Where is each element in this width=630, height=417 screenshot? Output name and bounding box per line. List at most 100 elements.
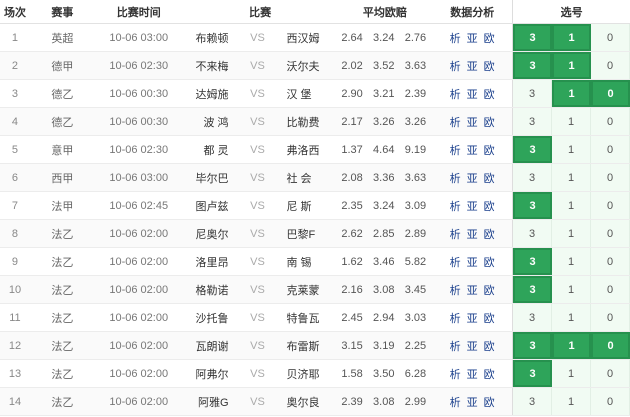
analysis-link[interactable]: 析 (450, 170, 461, 186)
pick-draw-button[interactable]: 1 (552, 388, 592, 415)
euro-odds-link[interactable]: 欧 (484, 30, 495, 46)
asian-odds-link[interactable]: 亚 (467, 198, 478, 214)
euro-odds-link[interactable]: 欧 (484, 226, 495, 242)
euro-odds-link[interactable]: 欧 (484, 254, 495, 270)
euro-odds-link[interactable]: 欧 (484, 282, 495, 298)
analysis-link[interactable]: 析 (450, 114, 461, 130)
analysis-link[interactable]: 析 (450, 310, 461, 326)
home-team[interactable]: 尼奥尔 (183, 220, 233, 247)
analysis-link[interactable]: 析 (450, 86, 461, 102)
pick-win-button[interactable]: 3 (513, 52, 553, 79)
euro-odds-link[interactable]: 欧 (484, 114, 495, 130)
home-team[interactable]: 布赖顿 (183, 24, 233, 51)
pick-draw-button[interactable]: 1 (552, 248, 592, 275)
analysis-link[interactable]: 析 (450, 254, 461, 270)
analysis-link[interactable]: 析 (450, 282, 461, 298)
pick-draw-button[interactable]: 1 (552, 220, 592, 247)
asian-odds-link[interactable]: 亚 (467, 86, 478, 102)
pick-win-button[interactable]: 3 (513, 360, 553, 387)
pick-draw-button[interactable]: 1 (552, 24, 592, 51)
pick-lose-button[interactable]: 0 (591, 220, 630, 247)
asian-odds-link[interactable]: 亚 (467, 58, 478, 74)
home-team[interactable]: 不来梅 (183, 52, 233, 79)
analysis-link[interactable]: 析 (450, 30, 461, 46)
pick-lose-button[interactable]: 0 (591, 52, 630, 79)
pick-draw-button[interactable]: 1 (552, 192, 592, 219)
pick-draw-button[interactable]: 1 (552, 52, 592, 79)
pick-lose-button[interactable]: 0 (591, 304, 630, 331)
away-team[interactable]: 巴黎F (282, 220, 337, 247)
pick-draw-button[interactable]: 1 (552, 108, 592, 135)
euro-odds-link[interactable]: 欧 (484, 142, 495, 158)
analysis-link[interactable]: 析 (450, 338, 461, 354)
pick-win-button[interactable]: 3 (513, 164, 553, 191)
home-team[interactable]: 瓦朗谢 (183, 332, 233, 359)
pick-win-button[interactable]: 3 (513, 80, 553, 107)
asian-odds-link[interactable]: 亚 (467, 226, 478, 242)
asian-odds-link[interactable]: 亚 (467, 142, 478, 158)
pick-win-button[interactable]: 3 (513, 304, 553, 331)
home-team[interactable]: 图卢兹 (183, 192, 233, 219)
pick-draw-button[interactable]: 1 (552, 276, 592, 303)
pick-draw-button[interactable]: 1 (552, 332, 592, 359)
pick-lose-button[interactable]: 0 (591, 164, 630, 191)
asian-odds-link[interactable]: 亚 (467, 170, 478, 186)
pick-lose-button[interactable]: 0 (591, 248, 630, 275)
pick-lose-button[interactable]: 0 (591, 332, 630, 359)
pick-win-button[interactable]: 3 (513, 248, 553, 275)
analysis-link[interactable]: 析 (450, 198, 461, 214)
euro-odds-link[interactable]: 欧 (484, 366, 495, 382)
away-team[interactable]: 特鲁瓦 (282, 304, 337, 331)
pick-lose-button[interactable]: 0 (591, 192, 630, 219)
pick-lose-button[interactable]: 0 (591, 24, 630, 51)
pick-lose-button[interactable]: 0 (591, 388, 630, 415)
pick-win-button[interactable]: 3 (513, 136, 553, 163)
analysis-link[interactable]: 析 (450, 394, 461, 410)
home-team[interactable]: 格勒诺 (183, 276, 233, 303)
pick-win-button[interactable]: 3 (513, 192, 553, 219)
pick-draw-button[interactable]: 1 (552, 360, 592, 387)
analysis-link[interactable]: 析 (450, 142, 461, 158)
away-team[interactable]: 贝济耶 (282, 360, 337, 387)
asian-odds-link[interactable]: 亚 (467, 394, 478, 410)
euro-odds-link[interactable]: 欧 (484, 310, 495, 326)
away-team[interactable]: 奥尔良 (282, 388, 337, 415)
home-team[interactable]: 波 鸿 (183, 108, 233, 135)
pick-draw-button[interactable]: 1 (552, 80, 592, 107)
pick-draw-button[interactable]: 1 (552, 164, 592, 191)
pick-draw-button[interactable]: 1 (552, 304, 592, 331)
euro-odds-link[interactable]: 欧 (484, 198, 495, 214)
euro-odds-link[interactable]: 欧 (484, 86, 495, 102)
pick-lose-button[interactable]: 0 (591, 108, 630, 135)
away-team[interactable]: 比勒费 (282, 108, 337, 135)
pick-win-button[interactable]: 3 (513, 388, 553, 415)
away-team[interactable]: 布雷斯 (282, 332, 337, 359)
away-team[interactable]: 西汉姆 (282, 24, 337, 51)
home-team[interactable]: 沙托鲁 (183, 304, 233, 331)
away-team[interactable]: 弗洛西 (282, 136, 337, 163)
away-team[interactable]: 克莱蒙 (282, 276, 337, 303)
asian-odds-link[interactable]: 亚 (467, 254, 478, 270)
home-team[interactable]: 毕尔巴 (183, 164, 233, 191)
analysis-link[interactable]: 析 (450, 366, 461, 382)
asian-odds-link[interactable]: 亚 (467, 338, 478, 354)
analysis-link[interactable]: 析 (450, 58, 461, 74)
home-team[interactable]: 洛里昂 (183, 248, 233, 275)
asian-odds-link[interactable]: 亚 (467, 114, 478, 130)
pick-draw-button[interactable]: 1 (552, 136, 592, 163)
euro-odds-link[interactable]: 欧 (484, 170, 495, 186)
home-team[interactable]: 达姆施 (183, 80, 233, 107)
away-team[interactable]: 汉 堡 (282, 80, 337, 107)
pick-win-button[interactable]: 3 (513, 276, 553, 303)
away-team[interactable]: 沃尔夫 (282, 52, 337, 79)
pick-win-button[interactable]: 3 (513, 332, 553, 359)
asian-odds-link[interactable]: 亚 (467, 282, 478, 298)
asian-odds-link[interactable]: 亚 (467, 30, 478, 46)
euro-odds-link[interactable]: 欧 (484, 394, 495, 410)
analysis-link[interactable]: 析 (450, 226, 461, 242)
away-team[interactable]: 尼 斯 (282, 192, 337, 219)
pick-lose-button[interactable]: 0 (591, 80, 630, 107)
pick-lose-button[interactable]: 0 (591, 360, 630, 387)
pick-win-button[interactable]: 3 (513, 220, 553, 247)
away-team[interactable]: 社 会 (282, 164, 337, 191)
